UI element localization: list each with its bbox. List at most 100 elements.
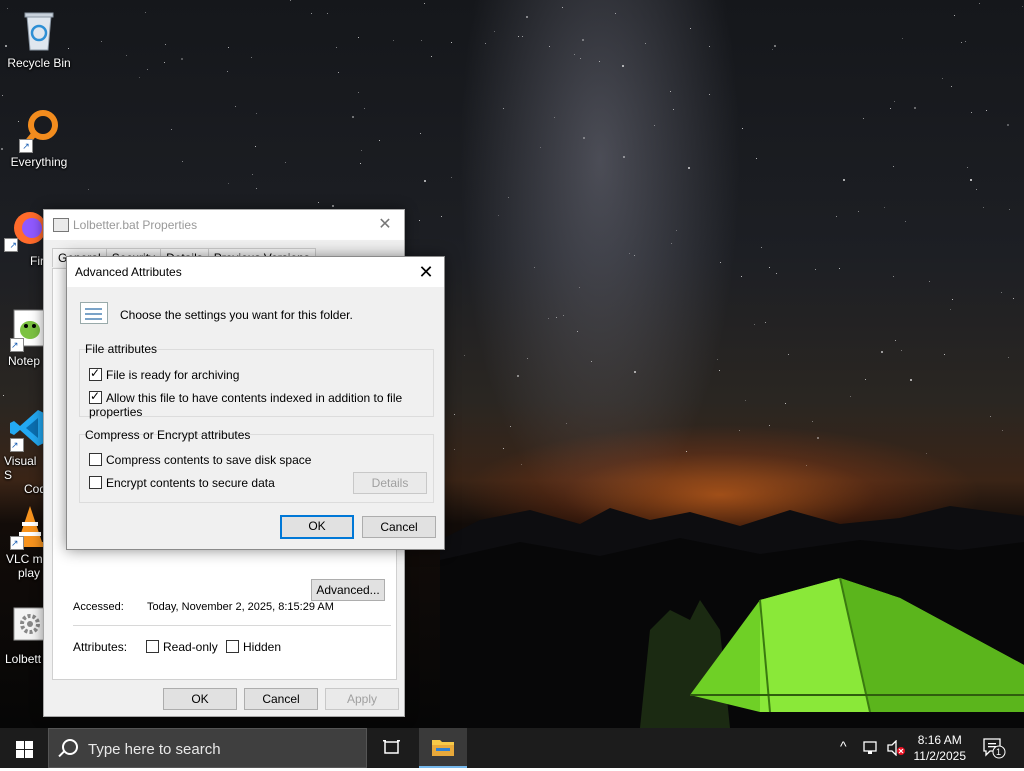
desktop-icon-everything[interactable]: ↗ Everything [1, 107, 77, 169]
encrypt-row[interactable]: Encrypt contents to secure data [89, 476, 275, 490]
star [503, 448, 504, 449]
start-button[interactable] [0, 728, 48, 768]
desktop-icon-notepad[interactable]: ↗ Notep [0, 306, 47, 368]
separator [73, 625, 391, 626]
star [670, 91, 671, 92]
star [719, 370, 720, 371]
desktop-icon-label: Lolbett [5, 652, 42, 666]
close-icon[interactable]: ✕ [374, 214, 396, 236]
star [256, 188, 257, 189]
desktop-icon-vscode[interactable]: ↗ Visual S Cod [0, 406, 48, 496]
desktop-icon-label: VLC m [6, 552, 43, 566]
desktop-icon-label: Notep [8, 354, 41, 368]
star [1022, 6, 1023, 7]
star [1001, 292, 1002, 293]
desktop-icon-vlc[interactable]: ↗ VLC m play [0, 504, 46, 580]
advanced-cancel-button[interactable]: Cancel [362, 516, 436, 538]
network-icon[interactable] [862, 740, 880, 756]
star [709, 94, 710, 95]
action-center-button[interactable]: 1 [978, 728, 1024, 768]
star [910, 379, 912, 381]
encrypt-checkbox[interactable] [89, 476, 102, 489]
desktop-icon-recycle-bin[interactable]: Recycle Bin [1, 8, 77, 70]
hidden-checkbox-wrap[interactable]: Hidden [226, 640, 281, 654]
show-hidden-icons-chevron-icon[interactable]: ^ [840, 738, 847, 754]
volume-muted-icon[interactable] [886, 740, 906, 756]
readonly-checkbox-wrap[interactable]: Read-only [146, 640, 218, 654]
desktop-icon-lolbetter-bat[interactable]: Lolbett [0, 604, 47, 666]
ok-button[interactable]: OK [163, 688, 237, 710]
shortcut-arrow-icon: ↗ [4, 238, 18, 252]
star [690, 28, 691, 29]
star [742, 128, 743, 129]
star [815, 269, 816, 270]
compress-checkbox[interactable] [89, 453, 102, 466]
cancel-button[interactable]: Cancel [244, 688, 318, 710]
taskbar-clock[interactable]: 8:16 AM 11/2/2025 [914, 732, 967, 764]
star [942, 78, 943, 79]
star [739, 430, 740, 431]
star [582, 39, 584, 41]
star [634, 371, 636, 373]
star [548, 318, 549, 319]
star [1008, 357, 1009, 358]
star [839, 268, 840, 269]
star [534, 267, 535, 268]
star [182, 161, 183, 162]
star [970, 179, 972, 181]
star [517, 375, 519, 377]
star [599, 61, 600, 62]
star [228, 47, 229, 48]
desktop-icon-label: Recycle Bin [7, 56, 71, 70]
advanced-ok-button[interactable]: OK [280, 515, 354, 539]
star [745, 400, 746, 401]
star [549, 46, 550, 47]
hidden-checkbox[interactable] [226, 640, 239, 653]
star [865, 379, 866, 380]
star [510, 426, 511, 427]
desktop-icon-label-line2: play [18, 566, 41, 580]
star [961, 42, 962, 43]
star [905, 221, 906, 222]
encrypt-label: Encrypt contents to secure data [106, 476, 275, 490]
attributes-label: Attributes: [73, 640, 128, 654]
shortcut-arrow-icon: ↗ [10, 438, 24, 452]
details-button[interactable]: Details [353, 472, 427, 494]
star [139, 77, 140, 78]
advanced-button[interactable]: Advanced... [311, 579, 385, 601]
index-row[interactable]: Allow this file to have contents indexed… [89, 389, 444, 419]
star [894, 101, 895, 102]
advanced-titlebar[interactable]: Advanced Attributes ✕ [67, 257, 444, 287]
apply-button[interactable]: Apply [325, 688, 399, 710]
index-label: Allow this file to have contents indexed… [89, 391, 403, 419]
index-checkbox[interactable] [89, 389, 102, 404]
archive-row[interactable]: File is ready for archiving [89, 366, 239, 382]
close-icon[interactable]: ✕ [414, 260, 438, 284]
star [101, 41, 102, 42]
star [615, 13, 616, 14]
star [508, 197, 509, 198]
star [2, 95, 3, 96]
properties-titlebar[interactable]: Lolbetter.bat Properties ✕ [44, 210, 404, 240]
task-view-button[interactable] [368, 728, 416, 768]
search-placeholder: Type here to search [88, 741, 221, 758]
star [591, 361, 592, 362]
star [776, 273, 777, 274]
everything-search-icon: ↗ [17, 107, 61, 153]
star [983, 207, 984, 208]
shortcut-arrow-icon: ↗ [10, 536, 24, 550]
accessed-value: Today, November 2, 2025, 8:15:29 AM [147, 601, 334, 613]
taskbar-search-box[interactable]: Type here to search [48, 728, 367, 768]
star [454, 414, 455, 415]
star [843, 179, 845, 181]
star [251, 57, 252, 58]
compress-label: Compress contents to save disk space [106, 453, 312, 467]
archive-checkbox[interactable] [89, 366, 102, 381]
file-explorer-taskbar-button[interactable] [419, 728, 467, 768]
star [990, 416, 991, 417]
readonly-checkbox[interactable] [146, 640, 159, 653]
star [881, 351, 883, 353]
compress-row[interactable]: Compress contents to save disk space [89, 453, 311, 467]
star [654, 125, 655, 126]
star [285, 162, 286, 163]
